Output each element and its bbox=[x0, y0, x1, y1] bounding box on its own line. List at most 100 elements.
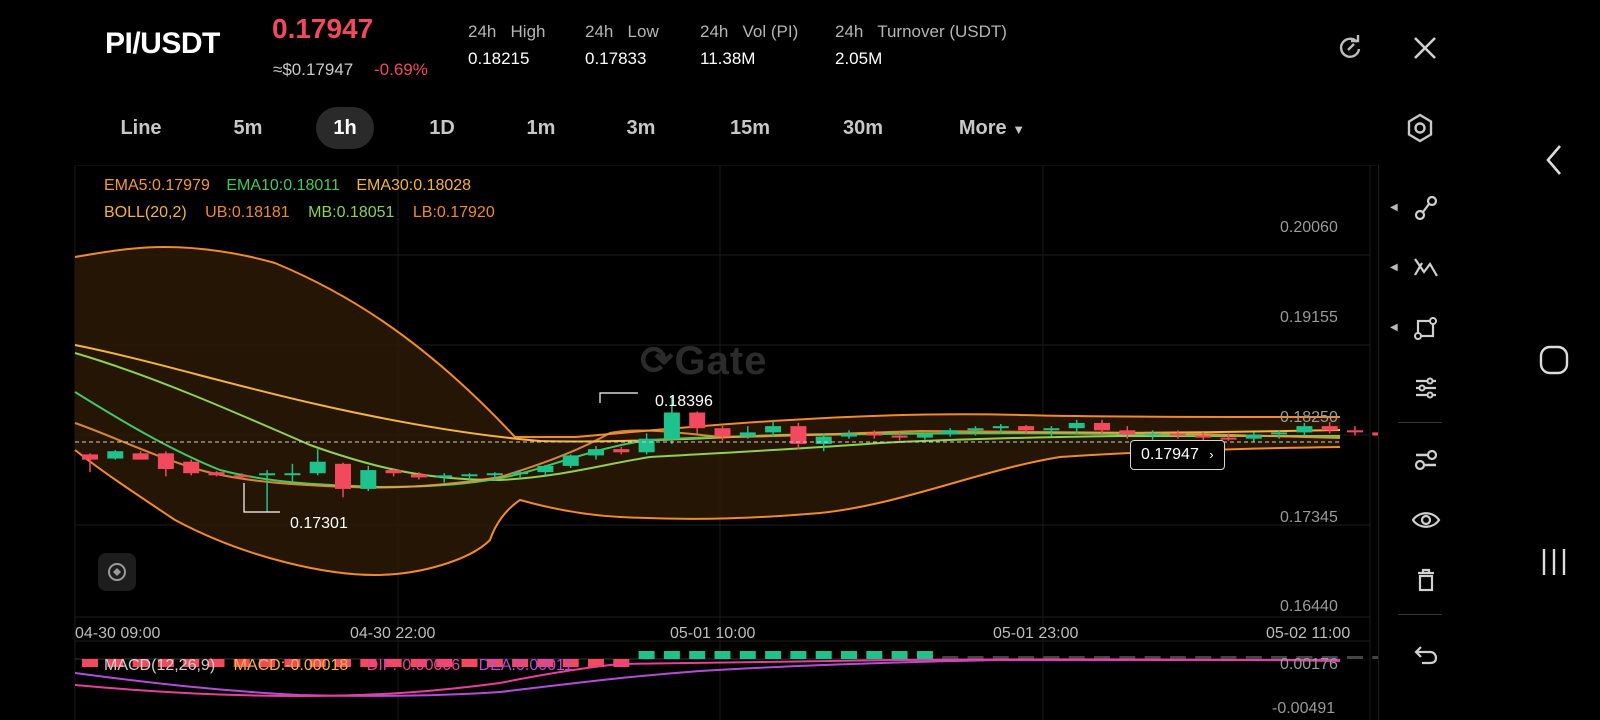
price-axis-label: 0.17345 bbox=[1280, 509, 1338, 526]
macd-bar bbox=[739, 651, 756, 659]
eye-icon[interactable] bbox=[1408, 502, 1444, 538]
tab-15m[interactable]: 15m bbox=[718, 107, 782, 149]
macd-axis-label: -0.00491 bbox=[1272, 700, 1336, 717]
candle-down bbox=[1169, 433, 1186, 436]
caret-down-icon: ▼ bbox=[1012, 122, 1026, 137]
candle-up bbox=[259, 473, 276, 476]
gate-logo-icon: ⟳ bbox=[640, 339, 675, 383]
stat-label: 24h Turnover (USDT) bbox=[835, 22, 1007, 41]
stat-label: 24h Low bbox=[585, 22, 659, 41]
tab-more[interactable]: More ▼ bbox=[950, 107, 1034, 149]
candle-up bbox=[360, 470, 377, 489]
candle-up bbox=[992, 426, 1009, 429]
candle-up bbox=[942, 430, 959, 435]
tab-line[interactable]: Line bbox=[108, 107, 174, 149]
candle-up bbox=[284, 473, 301, 476]
candle-up bbox=[537, 465, 554, 473]
undo-icon[interactable] bbox=[1408, 635, 1444, 671]
candle-up bbox=[486, 473, 503, 476]
tab-30m[interactable]: 30m bbox=[830, 107, 896, 149]
candle-up bbox=[663, 412, 680, 439]
chart-settings-icon[interactable] bbox=[1404, 112, 1436, 144]
time-axis-label: 05-01 10:00 bbox=[670, 625, 756, 642]
macd-bar bbox=[663, 651, 680, 659]
price-axis-label: 0.20060 bbox=[1280, 219, 1338, 236]
candle-up bbox=[1144, 433, 1161, 436]
boll-lb: LB:0.17920 bbox=[412, 204, 495, 221]
candle-up bbox=[562, 455, 579, 466]
back-nav-icon[interactable] bbox=[1540, 140, 1570, 180]
gate-watermark: ⟳Gate bbox=[640, 338, 767, 384]
ema30-value: EMA30:0.18028 bbox=[356, 177, 472, 194]
price-axis-label: 0.19155 bbox=[1280, 309, 1338, 326]
stat-value: 0.18215 bbox=[468, 49, 530, 68]
shape-tool-icon[interactable] bbox=[1408, 310, 1444, 346]
macd-value: MACD:-0.00018 bbox=[233, 657, 349, 674]
close-icon[interactable] bbox=[1410, 33, 1440, 63]
refresh-icon[interactable] bbox=[1335, 33, 1365, 63]
candle-down bbox=[1220, 437, 1237, 440]
approx-usd-price: ≈$0.17947 bbox=[273, 60, 354, 79]
recents-nav-icon[interactable] bbox=[1538, 546, 1570, 578]
macd-bar bbox=[841, 651, 857, 659]
ema5-value: EMA5:0.17979 bbox=[104, 177, 210, 194]
price-axis-label: 0.16440 bbox=[1280, 598, 1338, 615]
indicator-settings-icon[interactable] bbox=[1408, 442, 1444, 478]
sliders-icon[interactable] bbox=[1408, 370, 1444, 406]
candle-down bbox=[208, 472, 225, 476]
ema-legend: EMA5:0.17979 EMA10:0.18011 EMA30:0.18028 bbox=[104, 177, 471, 195]
candle-down bbox=[714, 428, 731, 437]
macd-bar bbox=[638, 651, 655, 659]
macd-bar bbox=[82, 659, 98, 667]
macd-bar bbox=[1195, 656, 1212, 659]
candle-up bbox=[916, 434, 933, 438]
boll-legend: BOLL(20,2) UB:0.18181 MB:0.18051 LB:0.17… bbox=[104, 204, 495, 222]
tab-1m[interactable]: 1m bbox=[516, 107, 566, 149]
multi-line-tool-icon[interactable] bbox=[1408, 250, 1444, 286]
candle-down bbox=[385, 470, 402, 474]
boll-band-fill bbox=[75, 247, 1340, 575]
high-marker-leader bbox=[599, 392, 638, 403]
rotate-icon bbox=[108, 563, 126, 581]
stat-volume: 24h Vol (PI) 11.38M bbox=[700, 22, 798, 69]
macd-bar bbox=[815, 651, 832, 659]
macd-legend: MACD(12,26,9) MACD:-0.00018 DIF:-0.00006… bbox=[104, 657, 573, 675]
macd-bar bbox=[1347, 656, 1363, 659]
candle-down bbox=[1347, 430, 1363, 433]
stat-high: 24h High 0.18215 bbox=[468, 22, 546, 69]
dif-value: DIF:-0.00006 bbox=[366, 657, 461, 674]
rotate-chart-button[interactable] bbox=[98, 553, 136, 591]
current-price-tag[interactable]: 0.17947 › bbox=[1130, 440, 1225, 470]
candle-up bbox=[1271, 432, 1288, 435]
boll-ub: UB:0.18181 bbox=[205, 204, 290, 221]
candle-up bbox=[1245, 434, 1262, 439]
candle-up bbox=[436, 475, 453, 478]
tab-5m[interactable]: 5m bbox=[222, 107, 274, 149]
candle-up bbox=[841, 433, 857, 437]
time-axis-label: 05-02 11:00 bbox=[1266, 625, 1351, 642]
candle-down bbox=[157, 453, 174, 470]
candle-up bbox=[1043, 428, 1060, 431]
tab-3m[interactable]: 3m bbox=[614, 107, 668, 149]
macd-bar bbox=[891, 651, 908, 659]
toolbar-separator bbox=[1398, 422, 1442, 423]
stat-label: 24h Vol (PI) bbox=[700, 22, 799, 41]
tab-1d[interactable]: 1D bbox=[418, 107, 466, 149]
tab-1h[interactable]: 1h bbox=[316, 107, 374, 149]
macd-bar bbox=[714, 651, 731, 659]
stat-value: 2.05M bbox=[835, 49, 883, 68]
trash-icon[interactable] bbox=[1408, 562, 1444, 598]
time-axis-label: 05-01 23:00 bbox=[993, 625, 1079, 642]
candle-up bbox=[815, 436, 832, 444]
candle-down bbox=[866, 433, 883, 436]
expand-arrow-icon: ◀ bbox=[1390, 202, 1398, 213]
trendline-tool-icon[interactable] bbox=[1408, 190, 1444, 226]
expand-arrow-icon: ◀ bbox=[1390, 262, 1398, 273]
macd-axis-label: 0.00176 bbox=[1280, 656, 1338, 673]
macd-bar bbox=[765, 651, 782, 659]
candle-down bbox=[335, 463, 351, 489]
low-marker-label: 0.17301 bbox=[290, 515, 348, 532]
candle-up bbox=[1068, 422, 1085, 429]
pair-title[interactable]: PI/USDT bbox=[105, 27, 220, 61]
home-nav-icon[interactable] bbox=[1538, 344, 1570, 376]
